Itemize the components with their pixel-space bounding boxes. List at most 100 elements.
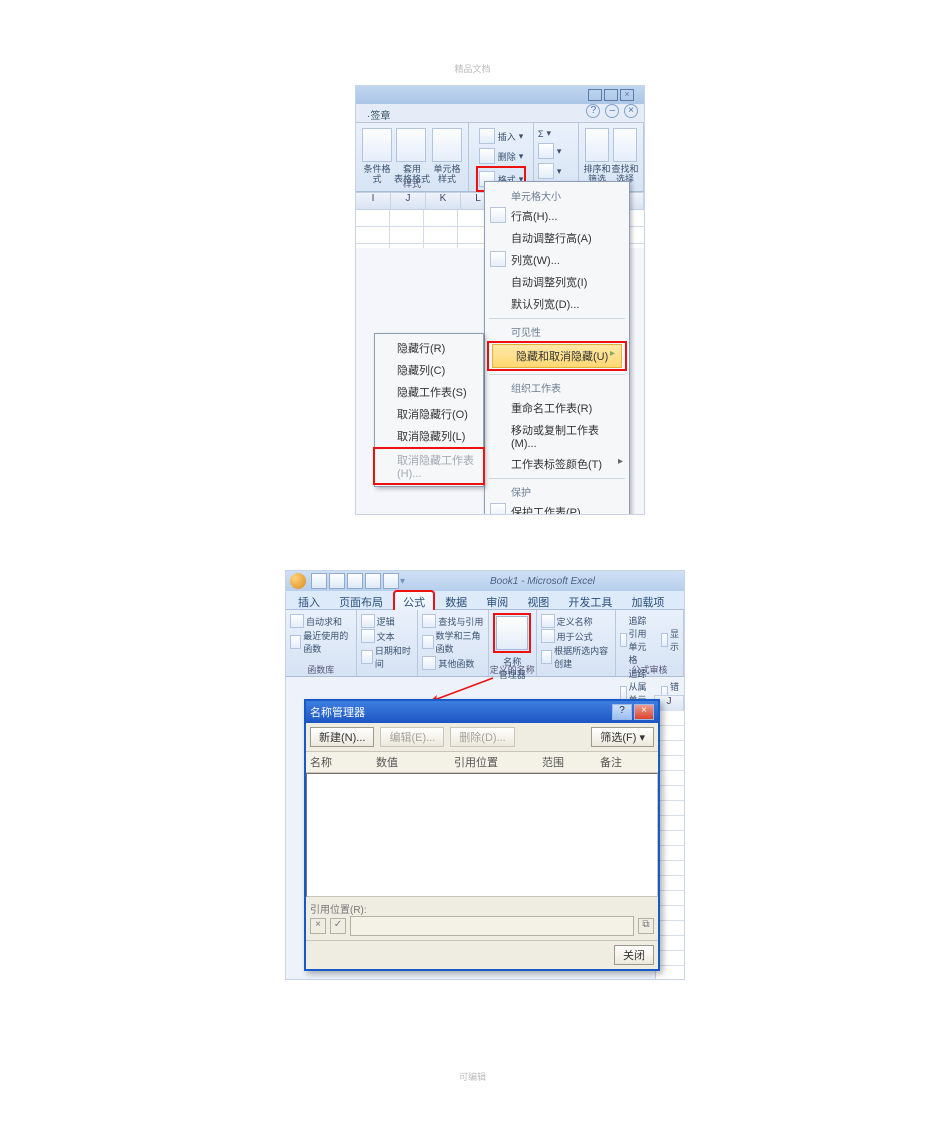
logical-label: 逻辑 [377,615,395,628]
help-icon[interactable]: ? [586,104,600,118]
menu-row-height[interactable]: 行高(H)... [485,205,629,227]
col-refersto[interactable]: 引用位置 [450,752,538,772]
clear-icon[interactable] [538,163,554,179]
show-formulas-icon[interactable] [661,633,668,647]
menu-move-copy[interactable]: 移动或复制工作表(M)... [485,419,629,453]
tab-insert[interactable]: 插入 [290,592,328,612]
dialog-name-list[interactable] [306,773,658,897]
trace-prec-icon[interactable] [620,633,627,647]
format-dropdown: 单元格大小 行高(H)... 自动调整行高(A) 列宽(W)... 自动调整列宽… [484,181,630,515]
qat-save-icon[interactable] [311,573,327,589]
insert-label: 插入 [498,130,516,143]
col-K[interactable]: K [426,193,461,209]
menu-col-width[interactable]: 列宽(W)... [485,249,629,271]
qat-redo-icon[interactable] [347,573,363,589]
tab-review[interactable]: 审阅 [478,592,516,612]
col-name[interactable]: 名称 [306,752,372,772]
menu-autofit-row[interactable]: 自动调整行高(A) [485,227,629,249]
dialog-filter-button[interactable]: 筛选(F) ▾ [591,727,654,747]
name-manager-button[interactable] [496,616,528,650]
tab-addins[interactable]: 加载项 [623,592,672,612]
text-icon[interactable] [361,629,375,643]
dialog-close-btn[interactable]: 关闭 [614,945,654,965]
lookup-icon[interactable] [422,614,436,628]
recent-icon[interactable] [290,635,301,649]
insert-icon[interactable] [479,128,495,144]
create-from-sel-icon[interactable] [541,650,552,664]
dialog-footer: 关闭 [306,940,658,969]
menu-tab-color[interactable]: 工作表标签颜色(T) [485,453,629,475]
min-ribbon-icon[interactable]: – [605,104,619,118]
dialog-new-button[interactable]: 新建(N)... [310,727,374,747]
create-from-sel-label: 根据所选内容创建 [554,644,611,670]
col-scope[interactable]: 范围 [538,752,596,772]
table-format-button[interactable] [396,128,426,162]
minimize-icon[interactable] [588,89,602,101]
maximize-icon[interactable] [604,89,618,101]
more-icon[interactable] [422,656,436,670]
close-icon[interactable]: × [620,89,634,101]
office-button[interactable] [290,573,306,589]
section-cell-size: 单元格大小 [485,186,629,205]
trace-dep-icon[interactable] [620,686,627,700]
ribbon-tabs: 插入 页面布局 公式 数据 审阅 视图 开发工具 加载项 电子签章 [286,591,684,610]
close-sub-icon[interactable]: × [624,104,638,118]
qat-print-icon[interactable] [365,573,381,589]
menu-rename-sheet[interactable]: 重命名工作表(R) [485,397,629,419]
sub-hide-sheet[interactable]: 隐藏工作表(S) [375,381,483,403]
fill-icon[interactable] [538,143,554,159]
conditional-format-button[interactable] [362,128,392,162]
page-footer: 可编辑 [0,1070,945,1083]
figure-1-format-menu: × ·签章 ? – × 条件格式 套用 表格格式 单元格 样式 [355,85,645,515]
col-value[interactable]: 数值 [372,752,450,772]
col-comment[interactable]: 备注 [596,752,658,772]
sub-hide-rows[interactable]: 隐藏行(R) [375,337,483,359]
dialog-close-button[interactable]: × [634,704,654,720]
cell-style-button[interactable] [432,128,462,162]
use-in-formula-icon[interactable] [541,629,555,643]
group-style-label: 样式 [356,177,468,190]
tab-view[interactable]: 视图 [519,592,557,612]
qat-undo-icon[interactable] [329,573,345,589]
refersto-collapse-icon[interactable]: ⧉ [638,918,654,934]
math-icon[interactable] [422,635,433,649]
datetime-icon[interactable] [361,650,373,664]
sub-unhide-rows[interactable]: 取消隐藏行(O) [375,403,483,425]
autosum-label: 自动求和 [306,615,342,628]
qat-preview-icon[interactable] [383,573,399,589]
menu-protect-sheet[interactable]: 保护工作表(P)... [485,501,629,515]
tab-data[interactable]: 数据 [437,592,475,612]
ribbon-formula: 自动求和 最近使用的函数 函数库 逻辑 文本 日期和时间 查找与引用 数学和三角… [286,610,684,677]
tab-sign[interactable]: ·签章 [360,104,397,124]
dialog-title-text: 名称管理器 [310,704,365,720]
tab-developer[interactable]: 开发工具 [560,592,620,612]
find-button[interactable] [613,128,637,162]
section-protect: 保护 [485,482,629,501]
menu-default-width[interactable]: 默认列宽(D)... [485,293,629,315]
logical-icon[interactable] [361,614,375,628]
refersto-input[interactable] [350,916,634,936]
col-J[interactable]: J [391,193,426,209]
math-label: 数学和三角函数 [436,629,484,655]
group-audit: 公式审核 [616,663,683,676]
menu-autofit-col[interactable]: 自动调整列宽(I) [485,271,629,293]
trace-prec-label: 追踪引用单元格 [629,614,653,666]
more-label: 其他函数 [438,657,474,670]
delete-icon[interactable] [479,148,495,164]
menu-hide-unhide[interactable]: 隐藏和取消隐藏(U) [492,344,622,368]
sub-hide-cols[interactable]: 隐藏列(C) [375,359,483,381]
sub-unhide-cols[interactable]: 取消隐藏列(L) [375,425,483,447]
col-I[interactable]: I [356,193,391,209]
tab-page-layout[interactable]: 页面布局 [331,592,391,612]
dialog-delete-button: 删除(D)... [450,727,514,747]
sort-button[interactable] [585,128,609,162]
refersto-cancel-icon[interactable]: × [310,918,326,934]
dialog-help-button[interactable]: ? [612,704,632,720]
figure-2-name-manager: ▾ Book1 - Microsoft Excel 插入 页面布局 公式 数据 … [285,570,685,980]
autosum-icon[interactable] [290,614,304,628]
define-name-icon[interactable] [541,614,555,628]
refersto-accept-icon[interactable]: ✓ [330,918,346,934]
show-formulas-label: 显示 [670,627,679,653]
row-height-icon [490,207,506,223]
sigma-icon[interactable]: Σ [538,129,544,139]
